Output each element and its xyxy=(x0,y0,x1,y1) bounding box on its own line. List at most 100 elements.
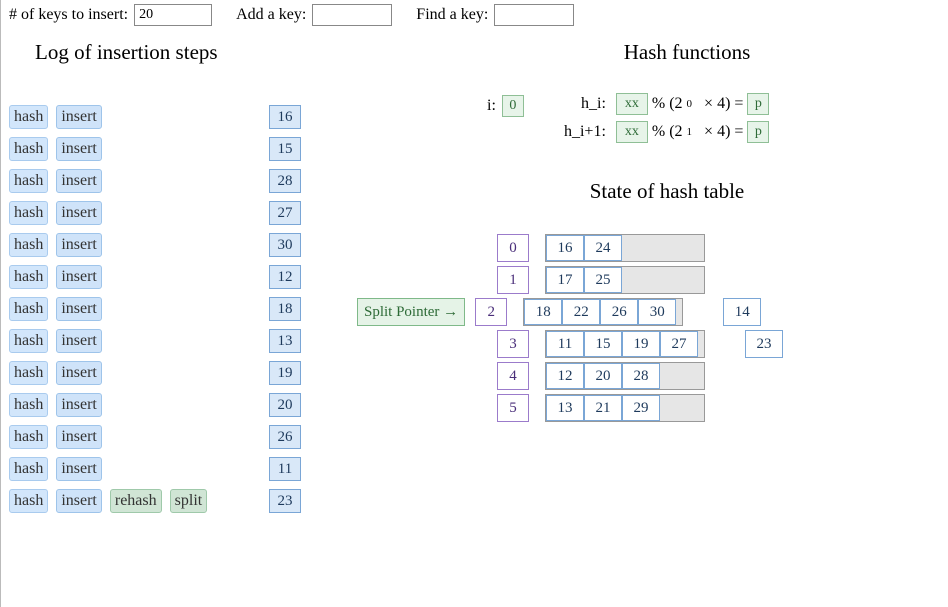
log-row: hashinsert30 xyxy=(9,233,349,257)
split-pointer: Split Pointer → xyxy=(357,298,465,326)
bucket-primary: 1624 xyxy=(545,234,705,262)
log-row: hash insert rehash split 23 xyxy=(9,489,349,513)
log-tag-hash: hash xyxy=(9,329,48,353)
log-tag-insert: insert xyxy=(56,489,102,513)
log-row: hash insert 19 xyxy=(9,361,349,385)
log-value-box: 15 xyxy=(269,137,301,161)
bucket-primary: 1725 xyxy=(545,266,705,294)
bucket-primary: 11151927 xyxy=(545,330,705,358)
bucket-index: 4 xyxy=(497,362,529,390)
log-value-box: 30 xyxy=(269,233,301,257)
log-row: hashinsert28 xyxy=(9,169,349,193)
find-key-label: Find a key: xyxy=(416,6,488,24)
bucket-index: 3 xyxy=(497,330,529,358)
i-label: i: xyxy=(487,97,496,115)
log-value-box: 11 xyxy=(269,457,301,481)
log-column: Log of insertion steps hashinsert16hashi… xyxy=(9,40,349,521)
bucket-cell: 13 xyxy=(546,395,584,421)
log-tag-insert: insert xyxy=(56,169,102,193)
hashfn-p-box: p xyxy=(747,121,769,143)
overflow-cell: 14 xyxy=(723,298,761,326)
hashfn-pct: % (2 xyxy=(652,95,683,113)
log-heading: Log of insertion steps xyxy=(9,40,349,65)
bucket-row: 3 11151927 23 xyxy=(357,328,940,360)
hash-table: 0 1624 1 1725 Split Pointer → 2 18222630 14 3 111… xyxy=(357,232,940,424)
bucket-cell: 18 xyxy=(524,299,562,325)
bucket-index: 5 xyxy=(497,394,529,422)
log-row: hashinsert26 xyxy=(9,425,349,449)
bucket-cell: 15 xyxy=(584,331,622,357)
log-tag-insert: insert xyxy=(56,201,102,225)
bucket-cell: 27 xyxy=(660,331,698,357)
bucket-cell: 30 xyxy=(638,299,676,325)
hashfns-heading: Hash functions xyxy=(557,40,817,65)
log-tag-insert: insert xyxy=(56,361,102,385)
hashfn-row: h_i+1:xx % (21 × 4) =p xyxy=(554,121,940,143)
log-tag-insert: insert xyxy=(56,137,102,161)
log-tag-insert: insert xyxy=(56,297,102,321)
find-key-input[interactable] xyxy=(494,4,574,26)
hashfn-xx-box: xx xyxy=(616,121,648,143)
log-row: hashinsert16 xyxy=(9,105,349,129)
log-value-box: 16 xyxy=(269,105,301,129)
hashfn-label: h_i: xyxy=(554,95,606,113)
log-value-box: 12 xyxy=(269,265,301,289)
bucket-primary: 18222630 xyxy=(523,298,683,326)
keys-count-input[interactable] xyxy=(134,4,212,26)
hashfn-row: h_i:xx % (20 × 4) =p xyxy=(554,93,940,115)
log-row: hashinsert12 xyxy=(9,265,349,289)
top-controls: # of keys to insert: Add a key: Find a k… xyxy=(9,4,940,26)
log-tag-insert: insert xyxy=(56,329,102,353)
hashfn-mult: × 4) = xyxy=(696,123,743,141)
bucket-row: 1 1725 xyxy=(357,264,940,296)
hashfn-rows: h_i:xx % (20 × 4) =ph_i+1:xx % (21 × 4) … xyxy=(554,93,940,149)
hashfn-pct: % (2 xyxy=(652,123,683,141)
keys-count-label: # of keys to insert: xyxy=(9,6,128,24)
hashfn-label: h_i+1: xyxy=(554,123,606,141)
log-tag-hash: hash xyxy=(9,137,48,161)
i-value-box: 0 xyxy=(502,95,524,117)
overflow-cell: 23 xyxy=(745,330,783,358)
log-tag-insert: insert xyxy=(56,425,102,449)
log-row: hash insert 11 xyxy=(9,457,349,481)
bucket-row: 4 122028 xyxy=(357,360,940,392)
log-value-box: 20 xyxy=(269,393,301,417)
log-tag-insert: insert xyxy=(56,457,102,481)
bucket-cell: 19 xyxy=(622,331,660,357)
bucket-cell: 17 xyxy=(546,267,584,293)
log-list: hash insert 16 hash insert 15 hashinsert28 hash… xyxy=(9,105,349,513)
log-tag-hash: hash xyxy=(9,265,48,289)
bucket-cell: 25 xyxy=(584,267,622,293)
log-row: hash insert 13 xyxy=(9,329,349,353)
log-tag-hash: hash xyxy=(9,489,48,513)
log-tag-insert: insert xyxy=(56,105,102,129)
log-value-box: 13 xyxy=(269,329,301,353)
log-tag-insert: insert xyxy=(56,393,102,417)
log-tag-hash: hash xyxy=(9,457,48,481)
bucket-index: 2 xyxy=(475,298,507,326)
log-tag-hash: hash xyxy=(9,361,48,385)
log-tag-hash: hash xyxy=(9,425,48,449)
log-tag-rehash: rehash xyxy=(110,489,162,513)
bucket-primary: 132129 xyxy=(545,394,705,422)
bucket-cell: 22 xyxy=(562,299,600,325)
add-key-input[interactable] xyxy=(312,4,392,26)
log-row: hashinsert27 xyxy=(9,201,349,225)
bucket-cell: 28 xyxy=(622,363,660,389)
bucket-cell: 26 xyxy=(600,299,638,325)
bucket-row: 5 132129 xyxy=(357,392,940,424)
bucket-cell: 20 xyxy=(584,363,622,389)
log-row: hashinsert18 xyxy=(9,297,349,321)
log-tag-hash: hash xyxy=(9,201,48,225)
log-value-box: 23 xyxy=(269,489,301,513)
log-tag-split: split xyxy=(170,489,208,513)
log-value-box: 19 xyxy=(269,361,301,385)
bucket-index: 0 xyxy=(497,234,529,262)
bucket-primary: 122028 xyxy=(545,362,705,390)
bucket-index: 1 xyxy=(497,266,529,294)
right-column: Hash functions i: 0 h_i:xx % (20 × 4) =p… xyxy=(357,40,940,424)
log-tag-hash: hash xyxy=(9,297,48,321)
bucket-row: 0 1624 xyxy=(357,232,940,264)
hashfn-p-box: p xyxy=(747,93,769,115)
log-tag-insert: insert xyxy=(56,233,102,257)
